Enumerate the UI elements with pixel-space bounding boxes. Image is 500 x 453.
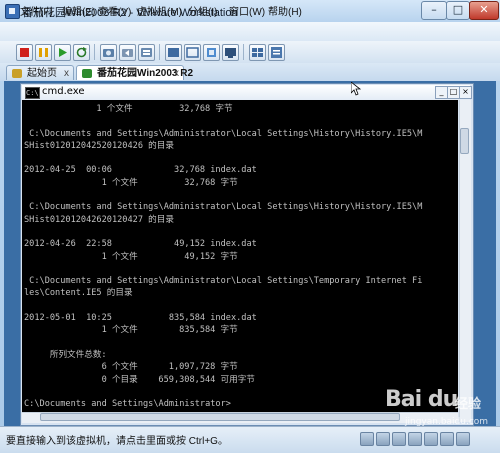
minimize-button[interactable]: – xyxy=(421,1,447,20)
toolbar-separator xyxy=(243,44,244,60)
cd-drive-icon[interactable] xyxy=(376,432,390,446)
menu-window[interactable]: 窗口(W) xyxy=(229,3,265,18)
menu-bar xyxy=(0,22,500,42)
toolbar-separator xyxy=(94,44,95,60)
play-icon[interactable] xyxy=(54,44,71,61)
reset-icon[interactable] xyxy=(73,44,90,61)
tab-bar xyxy=(0,63,500,81)
thumbnail-icon[interactable] xyxy=(249,44,266,61)
status-text: 要直接输入到该虚拟机，请点击里面或按 Ctrl+G。 xyxy=(6,436,228,447)
menu-edit[interactable]: 编辑(E) xyxy=(62,3,95,18)
sound-icon[interactable] xyxy=(440,432,454,446)
snapshot-manager-icon[interactable] xyxy=(138,44,155,61)
mouse-cursor-icon xyxy=(351,82,361,96)
menu-help[interactable]: 帮助(H) xyxy=(268,3,302,18)
close-button[interactable]: ✕ xyxy=(469,1,499,20)
console-text: 1 个文件 32,768 字节 C:\Documents and Setting… xyxy=(24,104,423,410)
snapshot-icon[interactable] xyxy=(100,44,117,61)
vm-running-icon xyxy=(82,69,92,78)
home-icon xyxy=(12,69,22,78)
message-icon[interactable] xyxy=(456,432,470,446)
unity-icon[interactable] xyxy=(203,44,220,61)
tab-label: 起始页 xyxy=(27,68,57,79)
toolbar-separator xyxy=(159,44,160,60)
cmd-vertical-scroll-thumb[interactable] xyxy=(460,128,469,154)
full-screen-icon[interactable] xyxy=(184,44,201,61)
console-view-icon[interactable] xyxy=(222,44,239,61)
revert-snapshot-icon[interactable] xyxy=(119,44,136,61)
maximize-button[interactable]: □ xyxy=(446,1,470,20)
pause-icon[interactable] xyxy=(35,44,52,61)
floppy-icon[interactable] xyxy=(392,432,406,446)
tab-vm[interactable]: 番茄花园Win2003 R2 x xyxy=(76,65,193,81)
menu-group[interactable]: 分组(I) xyxy=(188,3,217,18)
tab-close-icon[interactable]: x xyxy=(64,66,69,81)
cmd-title-bar[interactable] xyxy=(22,85,470,100)
network-icon[interactable] xyxy=(408,432,422,446)
summary-icon[interactable] xyxy=(268,44,285,61)
hard-disk-icon[interactable] xyxy=(360,432,374,446)
cmd-close-button[interactable]: × xyxy=(459,86,472,99)
usb-icon[interactable] xyxy=(424,432,438,446)
menu-view[interactable]: 查看(V) xyxy=(98,3,131,18)
quick-switch-icon[interactable] xyxy=(165,44,182,61)
cmd-title: cmd.exe xyxy=(42,86,85,97)
cmd-icon: C:\ xyxy=(25,87,40,99)
tab-close-icon[interactable]: x xyxy=(174,66,179,81)
menu-vm[interactable]: 虚拟机(M) xyxy=(137,3,182,18)
console-output[interactable]: 1 个文件 32,768 字节 C:\Documents and Setting… xyxy=(22,100,458,422)
tab-start-page[interactable]: 起始页 x xyxy=(6,65,74,80)
cmd-horizontal-scroll-thumb[interactable] xyxy=(40,413,400,421)
stop-icon[interactable] xyxy=(16,44,33,61)
menu-file[interactable]: 文件(F) xyxy=(20,3,53,18)
vmware-app-icon[interactable] xyxy=(5,4,20,19)
